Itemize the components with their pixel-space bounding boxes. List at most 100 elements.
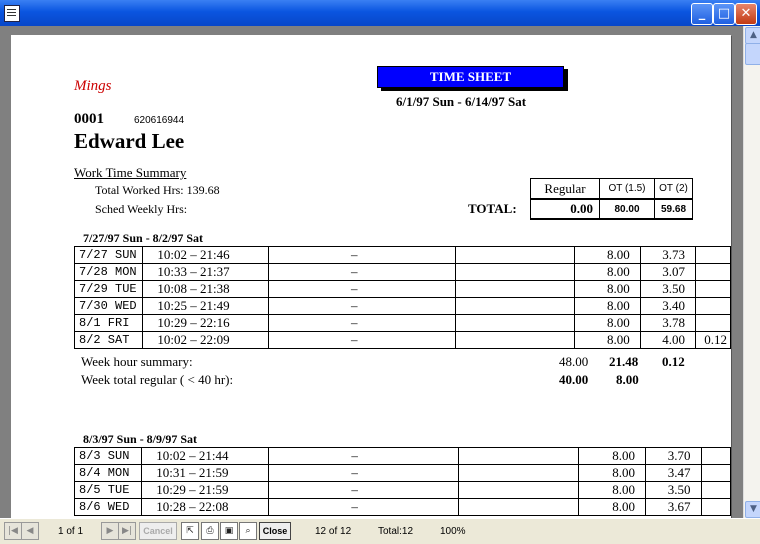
vertical-scrollbar[interactable]: ▲ ▼ bbox=[743, 26, 760, 518]
day-ot15: 3.50 bbox=[644, 481, 702, 499]
search-icon[interactable]: ⌕ bbox=[239, 522, 257, 540]
table-row: 8/1 FRI 10:29 – 22:16– 8.00 3.78 bbox=[73, 314, 732, 332]
cancel-button[interactable]: Cancel bbox=[139, 522, 177, 540]
day-regular: 8.00 bbox=[573, 263, 641, 281]
table-row: 7/28 MON 10:33 – 21:37– 8.00 3.07 bbox=[73, 263, 732, 281]
day-note bbox=[455, 314, 575, 332]
day-break-range: – bbox=[267, 263, 457, 281]
summary-header-ot15: OT (1.5) bbox=[599, 178, 655, 200]
day-ot15: 3.47 bbox=[644, 464, 702, 482]
minimize-button[interactable]: _ bbox=[691, 3, 713, 25]
day-regular: 8.00 bbox=[578, 498, 646, 516]
status-bar: |◀ ◀ 1 of 1 ▶ ▶| Cancel ⇱ ⎙ ▣ ⌕ Close 12… bbox=[0, 518, 760, 544]
company-name: Mings bbox=[74, 78, 112, 94]
day-ot2 bbox=[700, 498, 732, 516]
close-window-button[interactable]: ✕ bbox=[735, 3, 757, 25]
day-note bbox=[455, 246, 575, 264]
table-row: 8/3 SUN 10:02 – 21:44– 8.00 3.70 bbox=[73, 447, 732, 465]
day-time-range: 10:28 – 22:08 bbox=[141, 498, 270, 516]
maximize-button[interactable]: □ bbox=[713, 3, 735, 25]
total-worked-hours: Total Worked Hrs: 139.68 bbox=[95, 183, 220, 197]
close-button[interactable]: Close bbox=[259, 522, 291, 540]
day-time-range: 10:25 – 21:49 bbox=[142, 297, 269, 315]
day-ot15: 3.07 bbox=[639, 263, 696, 281]
first-page-icon[interactable]: |◀ bbox=[4, 522, 22, 540]
table-row: 8/2 SAT 10:02 – 22:09– 8.00 4.00 0.12 bbox=[73, 331, 732, 349]
total-label: TOTAL: bbox=[468, 201, 517, 216]
day-note bbox=[457, 481, 580, 499]
week-summary-label: Week hour summary: bbox=[81, 354, 193, 369]
total-records: Total:12 bbox=[378, 526, 414, 537]
next-page-icon[interactable]: ▶ bbox=[101, 522, 119, 540]
day-regular: 8.00 bbox=[573, 297, 641, 315]
day-break-range: – bbox=[268, 498, 459, 516]
table-row: 8/5 TUE 10:29 – 21:59– 8.00 3.50 bbox=[73, 481, 732, 499]
employee-name: Edward Lee bbox=[74, 129, 185, 153]
scroll-thumb[interactable] bbox=[745, 43, 760, 65]
report-viewer: Mings TIME SHEET 6/1/97 Sun - 6/14/97 Sa… bbox=[0, 26, 743, 518]
day-regular: 8.00 bbox=[573, 314, 641, 332]
summary-header-ot2: OT (2) bbox=[654, 178, 693, 200]
table-row: 7/27 SUN 10:02 – 21:46– 8.00 3.73 bbox=[73, 246, 732, 264]
day-note bbox=[455, 331, 575, 349]
printer-setup-icon[interactable]: ▣ bbox=[220, 522, 238, 540]
summary-header-regular: Regular bbox=[530, 178, 600, 200]
week-title: 7/27/97 Sun - 8/2/97 Sat bbox=[83, 231, 204, 245]
day-ot15: 3.40 bbox=[639, 297, 696, 315]
day-date: 7/29 TUE bbox=[73, 280, 144, 298]
summary-table: Regular OT (1.5) OT (2) 0.00 80.00 59.68 bbox=[530, 178, 693, 220]
day-regular: 8.00 bbox=[578, 464, 646, 482]
day-ot2: 0.12 bbox=[694, 331, 732, 349]
employee-ssn: 620616944 bbox=[134, 115, 185, 126]
week-summary-regular: 48.00 bbox=[559, 354, 589, 369]
day-time-range: 10:02 – 21:46 bbox=[142, 246, 269, 264]
day-note bbox=[455, 263, 575, 281]
week-summary-ot2: 0.12 bbox=[662, 354, 685, 369]
title-bar: _ □ ✕ bbox=[0, 0, 760, 26]
day-ot2 bbox=[700, 464, 732, 482]
scroll-down-icon[interactable]: ▼ bbox=[745, 501, 760, 518]
day-date: 7/28 MON bbox=[73, 263, 144, 281]
zoom-level: 100% bbox=[440, 526, 466, 537]
employee-number: 0001 bbox=[74, 111, 104, 127]
week-regular-ot15: 8.00 bbox=[616, 372, 639, 387]
day-note bbox=[457, 464, 580, 482]
day-regular: 8.00 bbox=[573, 246, 641, 264]
summary-value-ot2: 59.68 bbox=[654, 198, 693, 220]
day-time-range: 10:29 – 22:16 bbox=[142, 314, 269, 332]
day-ot15: 3.70 bbox=[644, 447, 702, 465]
table-row: 8/6 WED 10:28 – 22:08– 8.00 3.67 bbox=[73, 498, 732, 516]
table-row: 7/30 WED 10:25 – 21:49– 8.00 3.40 bbox=[73, 297, 732, 315]
week-regular-regular: 40.00 bbox=[559, 372, 589, 387]
day-date: 8/4 MON bbox=[73, 464, 143, 482]
day-ot2 bbox=[694, 246, 732, 264]
day-note bbox=[457, 447, 580, 465]
table-row: 7/29 TUE 10:08 – 21:38– 8.00 3.50 bbox=[73, 280, 732, 298]
summary-heading: Work Time Summary bbox=[74, 165, 187, 180]
day-date: 7/27 SUN bbox=[73, 246, 144, 264]
export-icon[interactable]: ⇱ bbox=[181, 522, 199, 540]
day-regular: 8.00 bbox=[578, 481, 646, 499]
day-date: 8/3 SUN bbox=[73, 447, 143, 465]
app-icon[interactable] bbox=[4, 5, 20, 22]
day-ot15: 3.73 bbox=[639, 246, 696, 264]
day-break-range: – bbox=[268, 447, 459, 465]
table-row: 8/4 MON 10:31 – 21:59– 8.00 3.47 bbox=[73, 464, 732, 482]
week-title: 8/3/97 Sun - 8/9/97 Sat bbox=[83, 432, 198, 446]
day-regular: 8.00 bbox=[578, 447, 646, 465]
day-date: 8/2 SAT bbox=[73, 331, 144, 349]
day-date: 7/30 WED bbox=[73, 297, 144, 315]
prev-page-icon[interactable]: ◀ bbox=[21, 522, 39, 540]
day-time-range: 10:31 – 21:59 bbox=[141, 464, 270, 482]
day-break-range: – bbox=[267, 246, 457, 264]
week-summary-ot15: 21.48 bbox=[609, 354, 639, 369]
last-page-icon[interactable]: ▶| bbox=[118, 522, 136, 540]
day-time-range: 10:08 – 21:38 bbox=[142, 280, 269, 298]
day-break-range: – bbox=[268, 464, 459, 482]
scroll-up-icon[interactable]: ▲ bbox=[745, 27, 760, 44]
day-ot2 bbox=[700, 447, 732, 465]
summary-value-ot15: 80.00 bbox=[599, 198, 655, 220]
day-ot15: 4.00 bbox=[639, 331, 696, 349]
print-icon[interactable]: ⎙ bbox=[201, 522, 219, 540]
page-indicator: 1 of 1 bbox=[58, 526, 84, 537]
